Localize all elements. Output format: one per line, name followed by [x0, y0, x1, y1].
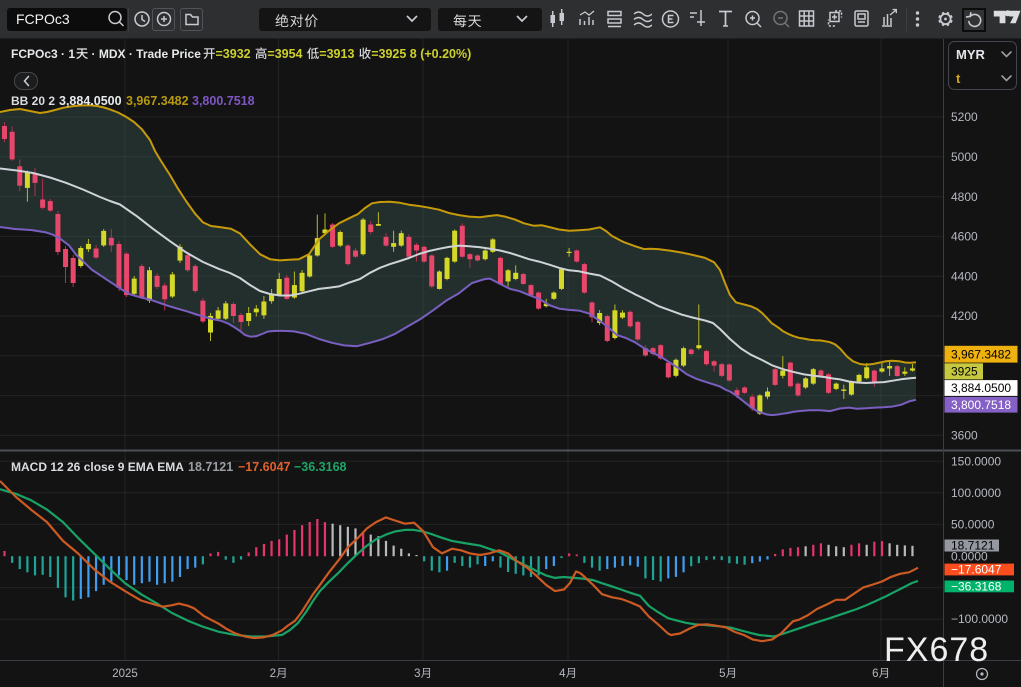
svg-text:BB 20 2: BB 20 2 — [11, 94, 55, 108]
svg-text:3: 3 — [414, 668, 420, 680]
svg-text:=3925 8 (+0.20%): =3925 8 (+0.20%) — [371, 47, 471, 61]
svg-text:4600: 4600 — [951, 230, 978, 244]
svg-text:18.7121: 18.7121 — [951, 539, 995, 553]
svg-text:MACD 12 26 close 9 EMA EMA: MACD 12 26 close 9 EMA EMA — [11, 460, 184, 474]
svg-text:−36.3168: −36.3168 — [951, 580, 1002, 594]
svg-text:4400: 4400 — [951, 269, 978, 283]
svg-text:50.0000: 50.0000 — [951, 518, 995, 532]
svg-text:3,884.0500: 3,884.0500 — [59, 94, 122, 108]
svg-text:3,800.7518: 3,800.7518 — [192, 94, 255, 108]
svg-text:3,967.3482: 3,967.3482 — [126, 94, 189, 108]
svg-text:2025: 2025 — [112, 668, 138, 680]
svg-text:−100.0000: −100.0000 — [951, 612, 1008, 626]
svg-text:5: 5 — [719, 668, 725, 680]
svg-text:5200: 5200 — [951, 110, 978, 124]
svg-text:4200: 4200 — [951, 309, 978, 323]
svg-text:2: 2 — [270, 668, 276, 680]
svg-text:−17.6047: −17.6047 — [238, 460, 291, 474]
svg-text:−36.3168: −36.3168 — [294, 460, 347, 474]
svg-text:3925: 3925 — [951, 365, 978, 379]
svg-text:MYR: MYR — [956, 47, 986, 62]
svg-text:100.0000: 100.0000 — [951, 486, 1001, 500]
svg-text:FX678: FX678 — [884, 631, 989, 669]
svg-text:4800: 4800 — [951, 190, 978, 204]
svg-text:4: 4 — [559, 668, 566, 680]
svg-text:=3954: =3954 — [267, 47, 302, 61]
svg-text:· MDX · Trade Price: · MDX · Trade Price — [92, 47, 202, 61]
svg-text:=3932: =3932 — [216, 47, 251, 61]
svg-text:150.0000: 150.0000 — [951, 455, 1001, 469]
svg-text:6: 6 — [872, 668, 878, 680]
svg-text:=3913: =3913 — [319, 47, 354, 61]
svg-text:t: t — [956, 71, 961, 86]
svg-text:5000: 5000 — [951, 150, 978, 164]
svg-text:3,967.3482: 3,967.3482 — [951, 347, 1011, 361]
svg-text:3600: 3600 — [951, 429, 978, 443]
svg-text:FCPOc3 · 1: FCPOc3 · 1 — [11, 47, 75, 61]
svg-text:18.7121: 18.7121 — [188, 460, 233, 474]
svg-text:−17.6047: −17.6047 — [951, 563, 1002, 577]
svg-text:3,884.0500: 3,884.0500 — [951, 381, 1011, 395]
svg-text:3,800.7518: 3,800.7518 — [951, 398, 1011, 412]
